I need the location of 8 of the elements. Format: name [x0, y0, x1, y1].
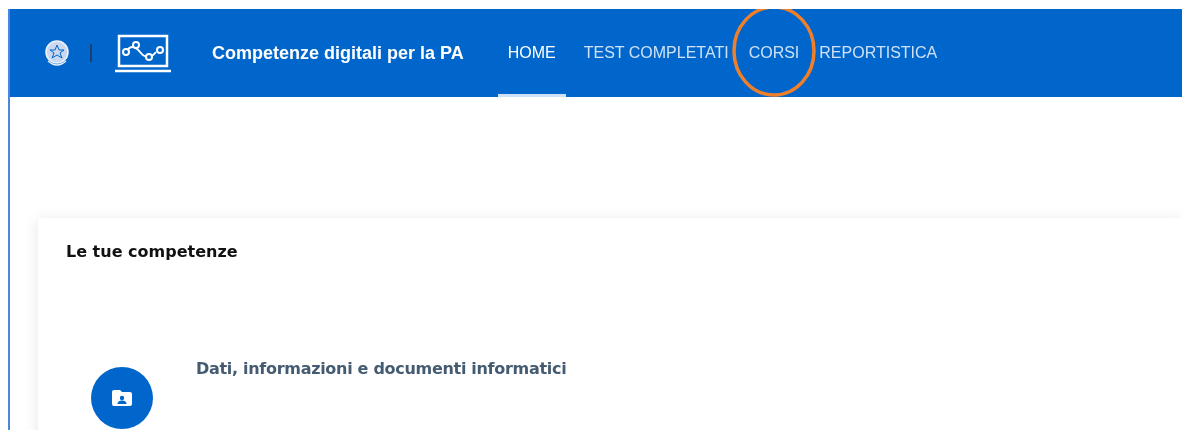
nav-tab[interactable]: REPORTISTICA [809, 9, 948, 97]
nav-tab[interactable]: HOME [497, 9, 566, 97]
site-title: Competenze digitali per la PA [212, 42, 464, 64]
competence-area-label: Dati, informazioni e documenti informatici [196, 359, 567, 378]
card-title: Le tue competenze [66, 242, 239, 261]
emblem-icon [44, 39, 70, 67]
nav-tab[interactable]: TEST COMPLETATI [573, 9, 739, 97]
laptop-network-icon [114, 33, 172, 73]
